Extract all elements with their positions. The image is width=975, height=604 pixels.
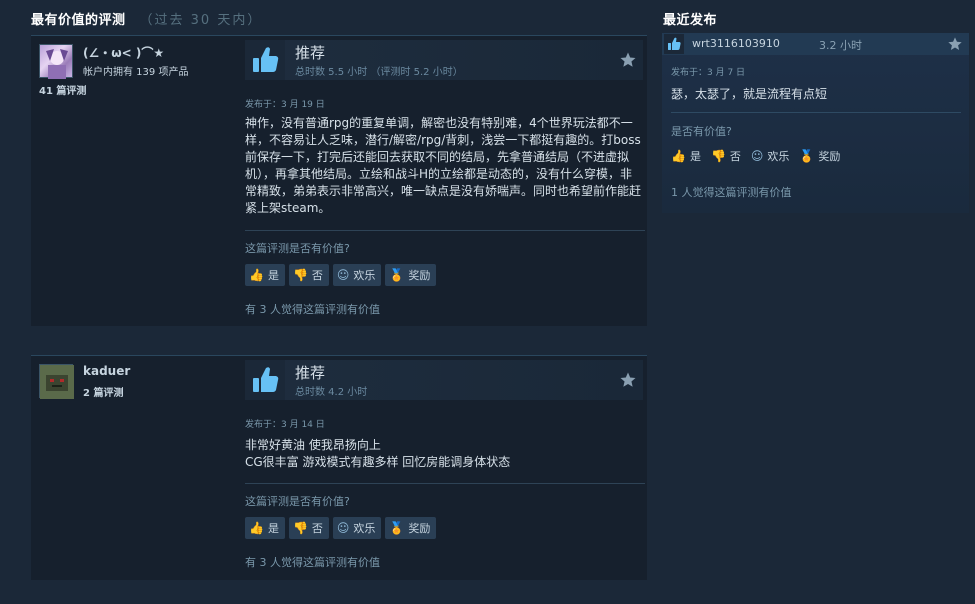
divider: [245, 230, 645, 231]
recent-author-name[interactable]: wrt3116103910: [692, 37, 780, 50]
author-review-count[interactable]: 41 篇评测: [39, 82, 86, 97]
posted-date: 发布于：3 月 14 日: [245, 420, 325, 430]
funny-button[interactable]: ☺ 欢乐: [751, 148, 790, 164]
divider: [671, 112, 961, 113]
review-card: (∠・ω< )⌒★ 帐户内拥有 139 项产品 41 篇评测 推荐 总时数 5.…: [31, 35, 647, 326]
yes-button[interactable]: 👍 是: [245, 264, 285, 286]
yes-button[interactable]: 👍 是: [245, 517, 285, 539]
thumbs-down-small-icon: 👎: [292, 521, 308, 535]
recent-heading: 最近发布: [663, 13, 718, 28]
hours-played: 总时数 4.2 小时: [295, 387, 368, 398]
helpful-count: 有 3 人觉得这篇评测有价值: [245, 556, 380, 569]
posted-date: 发布于：3 月 19 日: [245, 100, 325, 110]
recent-posted-date: 发布于：3 月 7 日: [671, 68, 746, 78]
thumbs-up-small-icon: 👍: [671, 149, 686, 163]
vote-buttons: 👍 是 👎 否 ☺ 欢乐 🏅 奖励: [245, 517, 437, 539]
vote-header[interactable]: 推荐 总时数 5.5 小时 （评测时 5.2 小时）: [245, 40, 643, 80]
recent-review-text: 瑟，太瑟了，就是流程有点短: [671, 87, 828, 101]
funny-label: 欢乐: [353, 269, 376, 282]
most-helpful-title: 最有价值的评测: [31, 13, 126, 28]
verdict-title: 推荐: [295, 44, 326, 62]
author-products[interactable]: 帐户内拥有 139 项产品: [83, 63, 188, 78]
helpful-question: 这篇评测是否有价值?: [245, 495, 350, 508]
no-button[interactable]: 👎 否: [711, 148, 741, 164]
award-button[interactable]: 🏅 奖励: [385, 264, 437, 286]
review-text: 非常好黄油 使我昂扬向上 CG很丰富 游戏模式有趣多样 回忆房能调身体状态: [245, 437, 641, 471]
vote-buttons: 👍 是 👎 否 ☺ 欢乐 🏅 奖励: [245, 264, 437, 286]
verdict-title: 推荐: [295, 364, 326, 382]
helpful-question: 这篇评测是否有价值?: [245, 242, 350, 255]
funny-label: 欢乐: [767, 150, 790, 163]
review-text-line: CG很丰富 游戏模式有趣多样 回忆房能调身体状态: [245, 455, 511, 469]
smiley-icon: ☺: [336, 268, 350, 282]
smiley-icon: ☺: [750, 149, 764, 163]
review-text: 神作，没有普通rpg的重复单调，解密也没有特别难，4个世界玩法都不一样，不容易让…: [245, 116, 642, 215]
author-name[interactable]: kaduer: [83, 364, 130, 378]
hours-played: 总时数 5.5 小时 （评测时 5.2 小时）: [295, 67, 463, 78]
recent-review-card: wrt3116103910 3.2 小时 发布于：3 月 7 日 瑟，太瑟了，就…: [662, 33, 969, 213]
smiley-icon: ☺: [336, 521, 350, 535]
avatar[interactable]: [39, 364, 74, 399]
thumbs-up-icon: [245, 40, 285, 80]
thumbs-down-small-icon: 👎: [710, 149, 726, 163]
thumbs-up-icon: [664, 34, 684, 54]
review-text-line: 非常好黄油 使我昂扬向上: [245, 438, 381, 452]
author-name[interactable]: (∠・ω< )⌒★: [83, 44, 164, 61]
yes-label: 是: [267, 522, 279, 535]
review-card: kaduer 2 篇评测 推荐 总时数 4.2 小时 发布于：3 月 14 日 …: [31, 355, 647, 580]
funny-button[interactable]: ☺ 欢乐: [332, 264, 382, 286]
vote-header[interactable]: 推荐 总时数 4.2 小时: [245, 360, 643, 400]
award-button[interactable]: 🏅 奖励: [385, 517, 437, 539]
recent-helpful-count: 1 人觉得这篇评测有价值: [671, 186, 792, 199]
recent-hours: 3.2 小时: [819, 39, 862, 52]
yes-button[interactable]: 👍 是: [671, 148, 701, 164]
award-button[interactable]: 🏅 奖励: [799, 148, 840, 164]
funny-button[interactable]: ☺ 欢乐: [332, 517, 382, 539]
yes-label: 是: [689, 150, 701, 163]
divider: [245, 483, 645, 484]
star-icon[interactable]: [619, 51, 637, 69]
helpful-count: 有 3 人觉得这篇评测有价值: [245, 303, 380, 316]
no-label: 否: [311, 522, 323, 535]
recent-review-header[interactable]: wrt3116103910 3.2 小时: [662, 33, 969, 55]
recent-vote-buttons: 👍 是 👎 否 ☺ 欢乐 🏅 奖励: [671, 148, 840, 164]
funny-label: 欢乐: [353, 522, 376, 535]
no-button[interactable]: 👎 否: [288, 517, 329, 539]
award-ribbon-icon: 🏅: [389, 521, 405, 535]
recent-helpful-question: 是否有价值?: [671, 125, 732, 138]
thumbs-down-small-icon: 👎: [292, 268, 308, 282]
award-ribbon-icon: 🏅: [799, 149, 815, 163]
avatar[interactable]: [39, 44, 73, 79]
yes-label: 是: [267, 269, 279, 282]
award-label: 奖励: [408, 522, 431, 535]
no-label: 否: [311, 269, 323, 282]
no-label: 否: [729, 150, 741, 163]
award-label: 奖励: [408, 269, 431, 282]
star-icon[interactable]: [619, 371, 637, 389]
most-helpful-subtitle: （过去 30 天内）: [139, 13, 263, 28]
star-icon[interactable]: [947, 36, 963, 52]
no-button[interactable]: 👎 否: [288, 264, 329, 286]
thumbs-up-small-icon: 👍: [249, 268, 264, 282]
award-label: 奖励: [818, 150, 841, 163]
author-review-count[interactable]: 2 篇评测: [83, 384, 123, 399]
thumbs-up-small-icon: 👍: [249, 521, 264, 535]
thumbs-up-icon: [245, 360, 285, 400]
award-ribbon-icon: 🏅: [389, 268, 405, 282]
most-helpful-heading: 最有价值的评测 （过去 30 天内）: [31, 9, 262, 28]
